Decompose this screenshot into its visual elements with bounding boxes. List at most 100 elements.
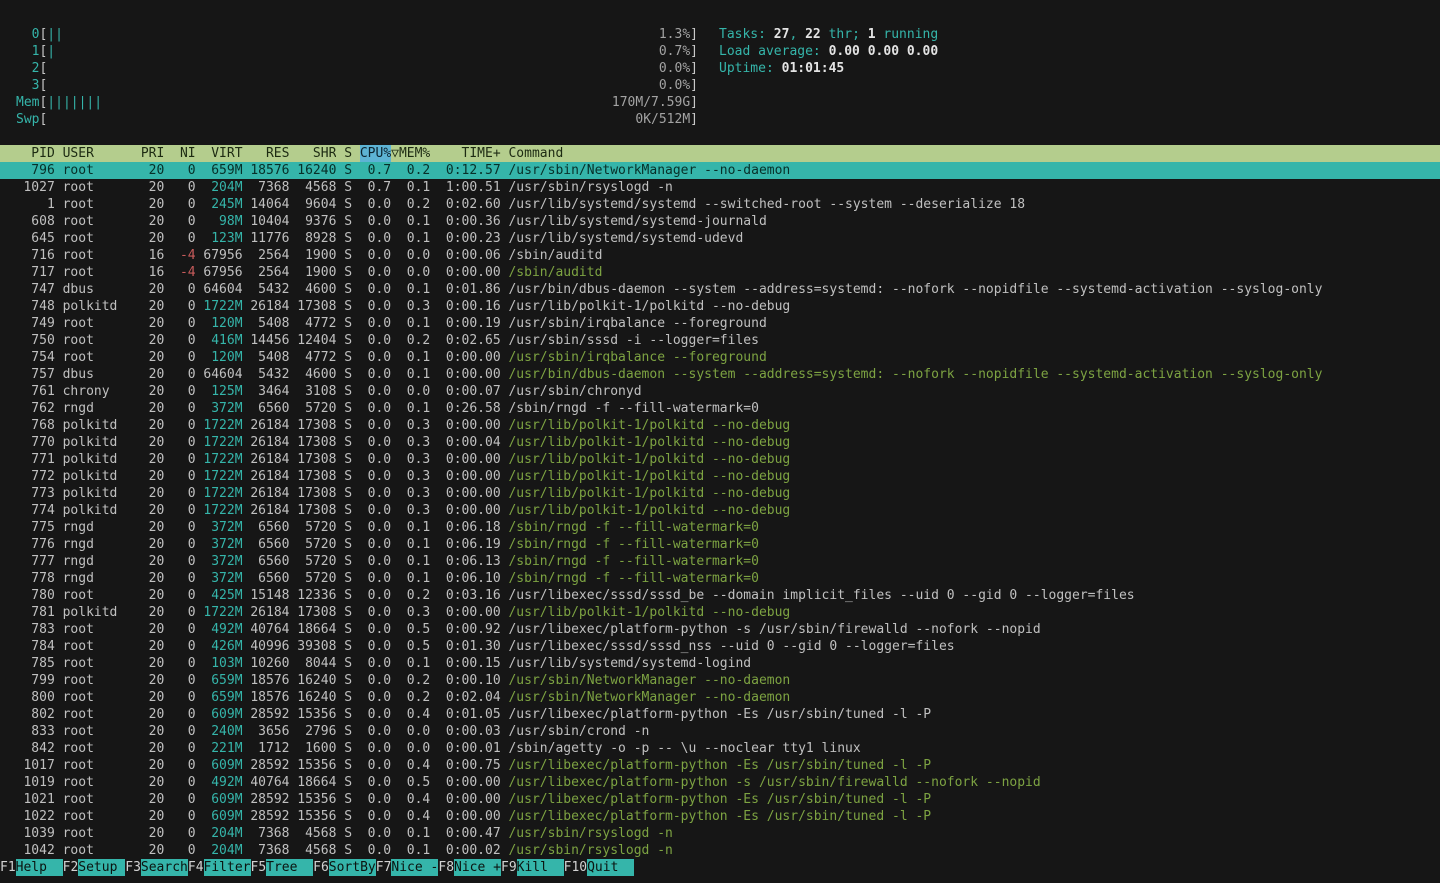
- fnkey-f2-setup[interactable]: F2Setup: [63, 859, 126, 876]
- process-row[interactable]: 608root20098M104049376S0.00.10:00.36/usr…: [0, 213, 1440, 230]
- cell-mem: 0.0: [399, 740, 430, 757]
- column-header-res[interactable]: RES: [250, 145, 289, 162]
- cpu3-meter-label: 3: [16, 77, 39, 94]
- column-header-time[interactable]: TIME+: [438, 145, 501, 162]
- process-row[interactable]: 1022root200609M2859215356S0.00.40:00.00/…: [0, 808, 1440, 825]
- process-row[interactable]: 776rngd200372M65605720S0.00.10:06.19/sbi…: [0, 536, 1440, 553]
- process-row[interactable]: 1root200245M140649604S0.00.20:02.60/usr/…: [0, 196, 1440, 213]
- summary-segment: Uptime:: [719, 61, 782, 76]
- cell-user: root: [63, 740, 133, 757]
- process-row[interactable]: 783root200492M4076418664S0.00.50:00.92/u…: [0, 621, 1440, 638]
- column-header-shr[interactable]: SHR: [297, 145, 336, 162]
- process-row[interactable]: 780root200425M1514812336S0.00.20:03.16/u…: [0, 587, 1440, 604]
- process-row[interactable]: 716root16-46795625641900S0.00.00:00.06/s…: [0, 247, 1440, 264]
- process-row[interactable]: 778rngd200372M65605720S0.00.10:06.10/sbi…: [0, 570, 1440, 587]
- process-row[interactable]: 717root16-46795625641900S0.00.00:00.00/s…: [0, 264, 1440, 281]
- cell-mem: 0.3: [399, 502, 430, 519]
- cell-pri: 20: [141, 536, 164, 553]
- process-row[interactable]: 757dbus2006460454324600S0.00.10:00.00/us…: [0, 366, 1440, 383]
- process-row[interactable]: 833root200240M36562796S0.00.00:00.03/usr…: [0, 723, 1440, 740]
- cell-user: root: [63, 349, 133, 366]
- process-row[interactable]: 1017root200609M2859215356S0.00.40:00.75/…: [0, 757, 1440, 774]
- cell-time: 0:00.16: [438, 298, 501, 315]
- cell-mem: 0.3: [399, 298, 430, 315]
- fnkey-f1-help[interactable]: F1Help: [0, 859, 63, 876]
- cell-ni: 0: [172, 808, 195, 825]
- cell-time: 0:00.36: [438, 213, 501, 230]
- process-row[interactable]: 771polkitd2001722M2618417308S0.00.30:00.…: [0, 451, 1440, 468]
- cell-pri: 20: [141, 502, 164, 519]
- process-row[interactable]: 799root200659M1857616240S0.00.20:00.10/u…: [0, 672, 1440, 689]
- process-row[interactable]: 842root200221M17121600S0.00.00:00.01/sbi…: [0, 740, 1440, 757]
- process-row[interactable]: 800root200659M1857616240S0.00.20:02.04/u…: [0, 689, 1440, 706]
- column-header-pri[interactable]: PRI: [141, 145, 164, 162]
- cell-s: S: [344, 349, 352, 366]
- cell-mem: 0.2: [399, 162, 430, 179]
- bracket-close-icon: ]: [690, 60, 698, 77]
- process-row[interactable]: 749root200120M54084772S0.00.10:00.19/usr…: [0, 315, 1440, 332]
- column-header-user[interactable]: USER: [63, 145, 133, 162]
- process-row[interactable]: 775rngd200372M65605720S0.00.10:06.18/sbi…: [0, 519, 1440, 536]
- fnkey-f8-nice[interactable]: F8Nice +: [438, 859, 501, 876]
- column-header-s[interactable]: S: [344, 145, 352, 162]
- process-row[interactable]: 768polkitd2001722M2618417308S0.00.30:00.…: [0, 417, 1440, 434]
- process-row[interactable]: 1019root200492M4076418664S0.00.50:00.00/…: [0, 774, 1440, 791]
- process-row[interactable]: 785root200103M102608044S0.00.10:00.15/us…: [0, 655, 1440, 672]
- process-row[interactable]: 774polkitd2001722M2618417308S0.00.30:00.…: [0, 502, 1440, 519]
- process-row[interactable]: 748polkitd2001722M2618417308S0.00.30:00.…: [0, 298, 1440, 315]
- process-row[interactable]: 772polkitd2001722M2618417308S0.00.30:00.…: [0, 468, 1440, 485]
- cell-cpu: 0.0: [360, 723, 391, 740]
- cell-user: root: [63, 638, 133, 655]
- meter-panel: 0[||1.3%]1[|0.7%]2[0.0%]3[0.0%]Mem[|||||…: [16, 26, 698, 128]
- column-header-pid[interactable]: PID: [0, 145, 55, 162]
- process-row[interactable]: 747dbus2006460454324600S0.00.10:01.86/us…: [0, 281, 1440, 298]
- column-header-ni[interactable]: NI: [172, 145, 195, 162]
- fnkey-f9-kill[interactable]: F9Kill: [501, 859, 564, 876]
- fnkey-f6-sortby[interactable]: F6SortBy: [313, 859, 376, 876]
- process-row[interactable]: 1021root200609M2859215356S0.00.40:00.00/…: [0, 791, 1440, 808]
- cpu2-meter-label: 2: [16, 60, 39, 77]
- process-row[interactable]: 784root200426M4099639308S0.00.50:01.30/u…: [0, 638, 1440, 655]
- column-header-cmd[interactable]: Command: [508, 145, 1440, 162]
- cell-ni: 0: [172, 502, 195, 519]
- fnkey-f4-filter[interactable]: F4Filter: [188, 859, 251, 876]
- cell-virt: 372M: [203, 400, 242, 417]
- cell-shr: 17308: [297, 451, 336, 468]
- cell-ni: 0: [172, 672, 195, 689]
- fnkey-f7-nice[interactable]: F7Nice -: [376, 859, 439, 876]
- cell-time: 0:06.19: [438, 536, 501, 553]
- cell-cmd: /sbin/rngd -f --fill-watermark=0: [508, 400, 1440, 417]
- process-row[interactable]: 750root200416M1445612404S0.00.20:02.65/u…: [0, 332, 1440, 349]
- cpu1-meter-bars: |: [47, 43, 659, 60]
- cell-user: rngd: [63, 570, 133, 587]
- cell-cpu: 0.0: [360, 808, 391, 825]
- cell-shr: 5720: [297, 519, 336, 536]
- column-header-mem[interactable]: MEM%: [399, 145, 430, 162]
- process-row[interactable]: 1027root200204M73684568S0.70.11:00.51/us…: [0, 179, 1440, 196]
- process-row[interactable]: 645root200123M117768928S0.00.10:00.23/us…: [0, 230, 1440, 247]
- cell-time: 0:06.18: [438, 519, 501, 536]
- process-row[interactable]: 781polkitd2001722M2618417308S0.00.30:00.…: [0, 604, 1440, 621]
- process-row[interactable]: 1042root200204M73684568S0.00.10:00.02/us…: [0, 842, 1440, 859]
- process-row[interactable]: 802root200609M2859215356S0.00.40:01.05/u…: [0, 706, 1440, 723]
- cell-virt: 67956: [203, 247, 242, 264]
- process-row[interactable]: 761chrony200125M34643108S0.00.00:00.07/u…: [0, 383, 1440, 400]
- fnkey-f10-quit[interactable]: F10Quit: [564, 859, 634, 876]
- cell-s: S: [344, 196, 352, 213]
- cell-cpu: 0.0: [360, 281, 391, 298]
- column-header-virt[interactable]: VIRT: [203, 145, 242, 162]
- fnkey-f3-search[interactable]: F3Search: [125, 859, 188, 876]
- column-header-cpu[interactable]: CPU%: [360, 145, 391, 162]
- fnkey-f5-tree[interactable]: F5Tree: [251, 859, 314, 876]
- cell-virt: 425M: [203, 587, 242, 604]
- process-row[interactable]: 796root200659M1857616240S0.70.20:12.57/u…: [0, 162, 1440, 179]
- process-row[interactable]: 1039root200204M73684568S0.00.10:00.47/us…: [0, 825, 1440, 842]
- cpu1-meter-value: 0.7%: [659, 43, 690, 60]
- process-row[interactable]: 773polkitd2001722M2618417308S0.00.30:00.…: [0, 485, 1440, 502]
- process-row[interactable]: 754root200120M54084772S0.00.10:00.00/usr…: [0, 349, 1440, 366]
- process-row[interactable]: 777rngd200372M65605720S0.00.10:06.13/sbi…: [0, 553, 1440, 570]
- process-row[interactable]: 770polkitd2001722M2618417308S0.00.30:00.…: [0, 434, 1440, 451]
- process-row[interactable]: 762rngd200372M65605720S0.00.10:26.58/sbi…: [0, 400, 1440, 417]
- cell-pri: 20: [141, 179, 164, 196]
- cell-shr: 9376: [297, 213, 336, 230]
